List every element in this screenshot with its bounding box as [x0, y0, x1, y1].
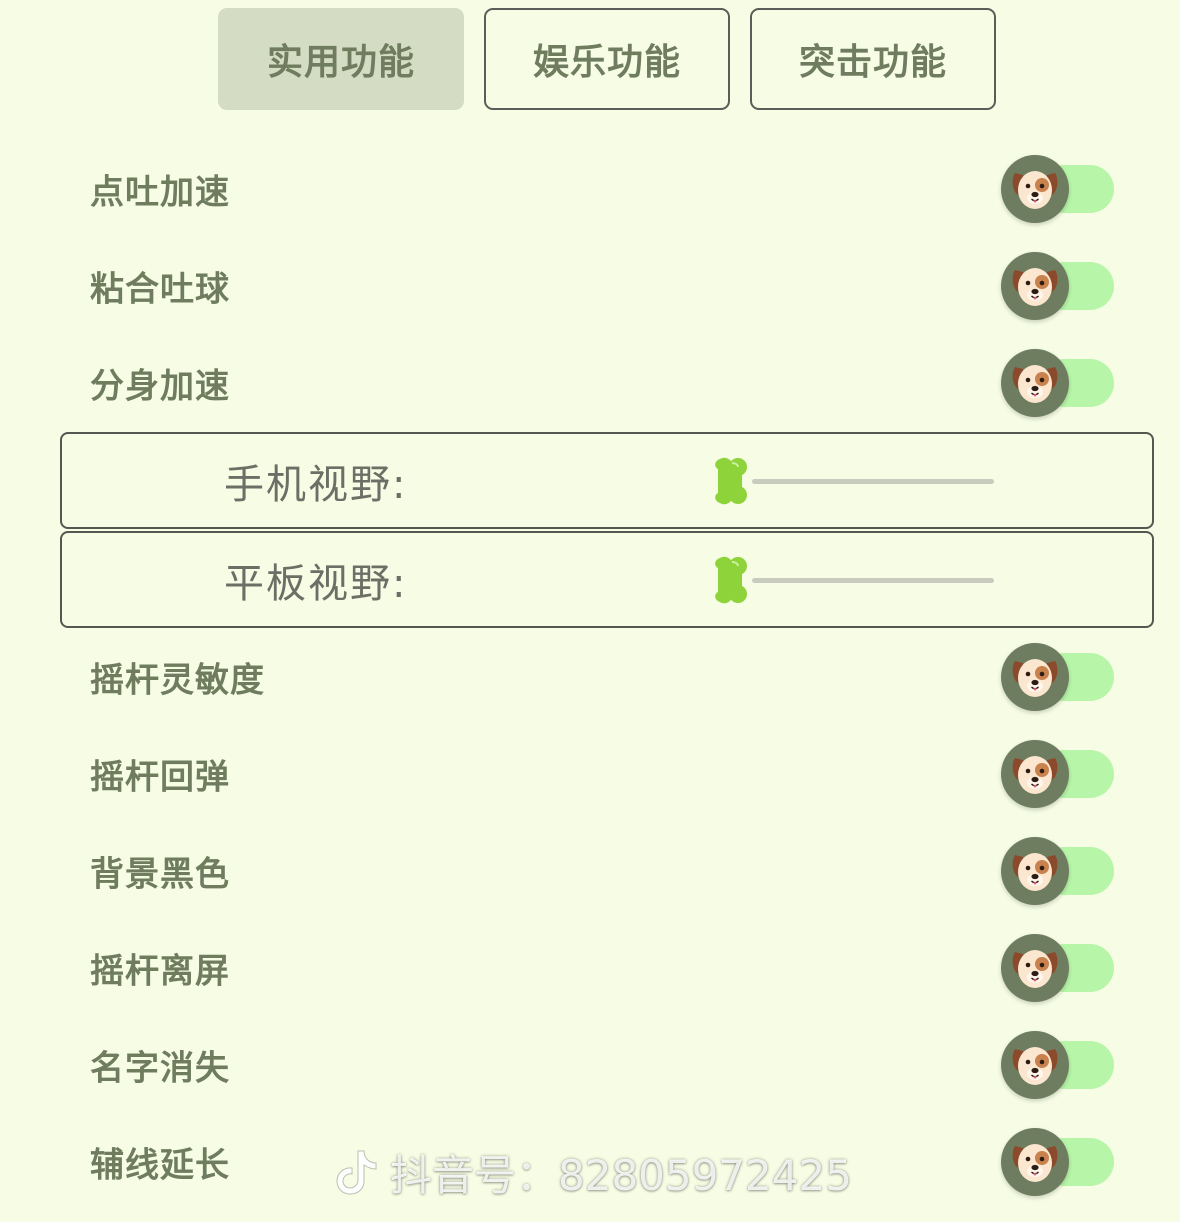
setting-label: 粘合吐球 — [90, 269, 230, 310]
dog-face-icon — [1009, 845, 1061, 897]
dog-face-icon — [1009, 260, 1061, 312]
setting-row: 分身加速 — [0, 338, 1180, 428]
setting-label: 点吐加速 — [90, 172, 230, 213]
bone-icon[interactable] — [712, 554, 752, 606]
setting-row: 点吐加速 — [0, 144, 1180, 234]
toggle-switch[interactable] — [1000, 1127, 1116, 1197]
tab-assault[interactable]: 突击功能 — [750, 8, 996, 110]
toggle-knob — [1001, 155, 1069, 223]
setting-label: 辅线延长 — [90, 1145, 230, 1186]
setting-row: 摇杆离屏 — [0, 923, 1180, 1013]
setting-row: 摇杆回弹 — [0, 729, 1180, 819]
dog-face-icon — [1009, 163, 1061, 215]
watermark: 抖音号：82805972425 — [334, 1142, 852, 1202]
dog-face-icon — [1009, 942, 1061, 994]
dog-face-icon — [1009, 1136, 1061, 1188]
setting-row: 背景黑色 — [0, 826, 1180, 916]
tiktok-logo-icon — [336, 1150, 377, 1195]
slider-track[interactable] — [752, 479, 994, 484]
dog-face-icon — [1009, 357, 1061, 409]
toggle-knob — [1001, 252, 1069, 320]
setting-label: 名字消失 — [90, 1048, 230, 1089]
setting-row: 粘合吐球 — [0, 241, 1180, 331]
slider-phone-fov: 手机视野: — [60, 432, 1154, 529]
toggle-switch[interactable] — [1000, 933, 1116, 1003]
toggle-switch[interactable] — [1000, 1030, 1116, 1100]
slider-label: 手机视野: — [224, 461, 408, 508]
setting-row: 摇杆灵敏度 — [0, 632, 1180, 722]
setting-label: 摇杆灵敏度 — [90, 660, 265, 701]
tab-practical[interactable]: 实用功能 — [218, 8, 464, 110]
toggle-knob — [1001, 740, 1069, 808]
toggle-knob — [1001, 349, 1069, 417]
dog-face-icon — [1009, 1039, 1061, 1091]
toggle-knob — [1001, 643, 1069, 711]
setting-label: 分身加速 — [90, 366, 230, 407]
setting-row: 名字消失 — [0, 1020, 1180, 1110]
toggle-switch[interactable] — [1000, 154, 1116, 224]
slider-tablet-fov: 平板视野: — [60, 531, 1154, 628]
slider-track[interactable] — [752, 578, 994, 583]
bone-icon[interactable] — [712, 455, 752, 507]
toggle-knob — [1001, 934, 1069, 1002]
toggle-switch[interactable] — [1000, 251, 1116, 321]
tab-entertainment[interactable]: 娱乐功能 — [484, 8, 730, 110]
toggle-knob — [1001, 837, 1069, 905]
watermark-text: 抖音号：82805972425 — [390, 1150, 852, 1200]
setting-label: 摇杆回弹 — [90, 757, 230, 798]
dog-face-icon — [1009, 651, 1061, 703]
toggle-knob — [1001, 1128, 1069, 1196]
dog-face-icon — [1009, 748, 1061, 800]
toggle-knob — [1001, 1031, 1069, 1099]
setting-label: 背景黑色 — [90, 854, 230, 895]
toggle-switch[interactable] — [1000, 348, 1116, 418]
tab-bar: 实用功能 娱乐功能 突击功能 — [218, 8, 998, 112]
toggle-switch[interactable] — [1000, 642, 1116, 712]
slider-label: 平板视野: — [224, 560, 408, 607]
toggle-switch[interactable] — [1000, 836, 1116, 906]
setting-label: 摇杆离屏 — [90, 951, 230, 992]
toggle-switch[interactable] — [1000, 739, 1116, 809]
